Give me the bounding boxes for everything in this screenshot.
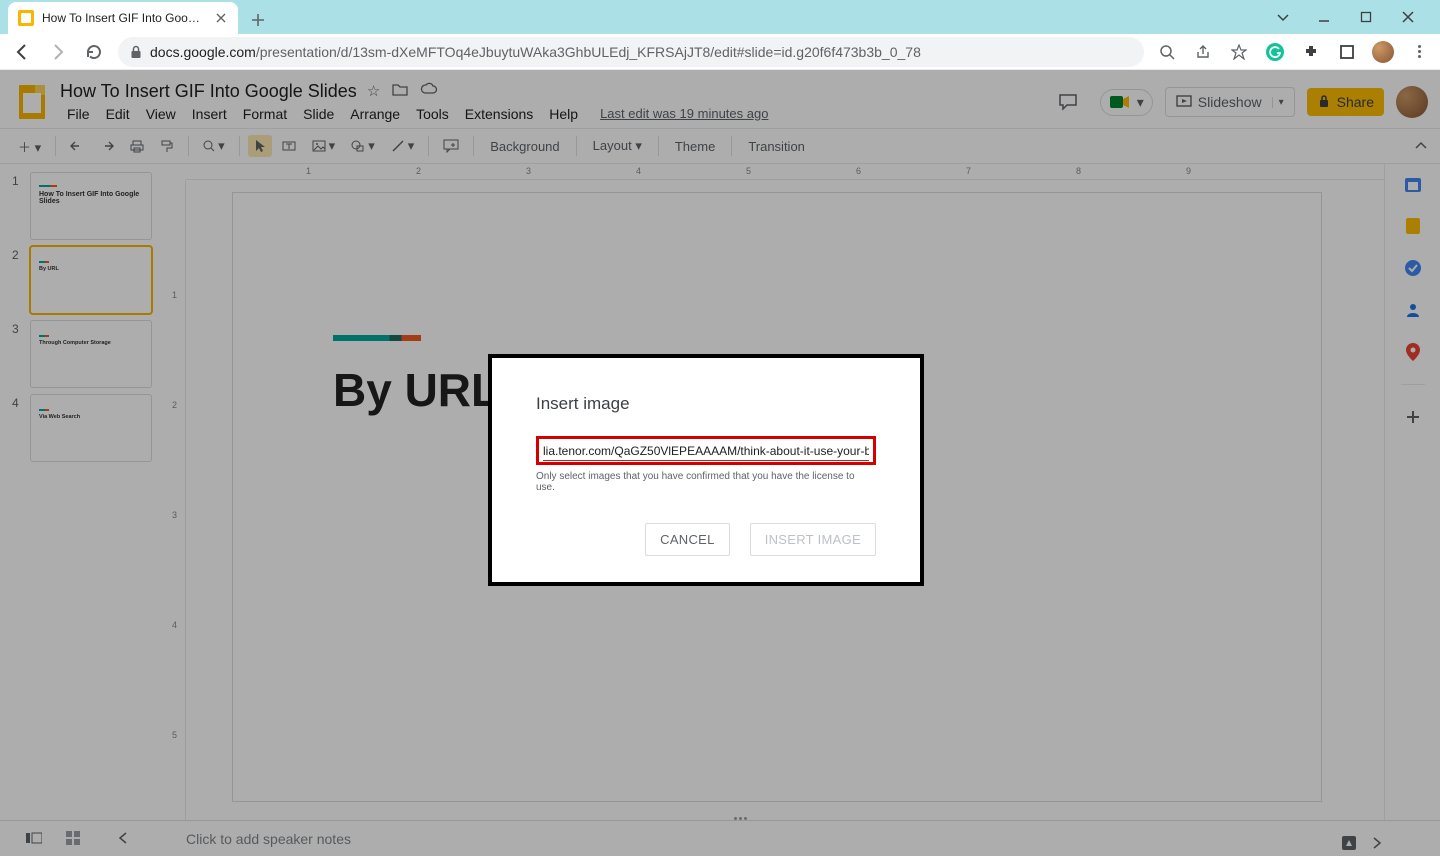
url-field-highlight [536, 436, 876, 465]
url-domain: docs.google.com/presentation/d/13sm-dXeM… [150, 44, 921, 60]
slides-favicon [18, 10, 34, 26]
address-bar[interactable]: docs.google.com/presentation/d/13sm-dXeM… [118, 37, 1144, 67]
back-icon[interactable] [10, 40, 34, 64]
maximize-icon[interactable] [1360, 11, 1384, 23]
close-window-icon[interactable] [1402, 11, 1426, 23]
extension-grammarly-icon[interactable] [1264, 41, 1286, 63]
browser-menu-icon[interactable] [1408, 41, 1430, 63]
browser-toolbar: docs.google.com/presentation/d/13sm-dXeM… [0, 34, 1440, 70]
dialog-title: Insert image [536, 394, 876, 414]
forward-icon[interactable] [46, 40, 70, 64]
browser-tab[interactable]: How To Insert GIF Into Google Sl [8, 2, 238, 34]
browser-tab-bar: How To Insert GIF Into Google Sl [0, 0, 1440, 34]
share-url-icon[interactable] [1192, 41, 1214, 63]
browser-avatar[interactable] [1372, 41, 1394, 63]
reload-icon[interactable] [82, 40, 106, 64]
zoom-icon[interactable] [1156, 41, 1178, 63]
bookmark-star-icon[interactable] [1228, 41, 1250, 63]
extensions-icon[interactable] [1300, 41, 1322, 63]
tab-title: How To Insert GIF Into Google Sl [42, 11, 206, 25]
insert-image-button[interactable]: INSERT IMAGE [750, 523, 876, 556]
chevron-down-icon[interactable] [1276, 10, 1300, 24]
dialog-hint-text: Only select images that you have confirm… [536, 471, 876, 493]
window-controls [1276, 0, 1440, 34]
image-url-input[interactable] [543, 442, 869, 461]
insert-image-dialog: Insert image Only select images that you… [488, 354, 924, 586]
tabs-icon[interactable] [1336, 41, 1358, 63]
close-tab-icon[interactable] [214, 11, 228, 25]
new-tab-button[interactable] [244, 6, 272, 34]
cancel-button[interactable]: CANCEL [645, 523, 730, 556]
minimize-icon[interactable] [1318, 11, 1342, 23]
browser-action-icons [1156, 41, 1430, 63]
lock-icon [130, 45, 142, 59]
